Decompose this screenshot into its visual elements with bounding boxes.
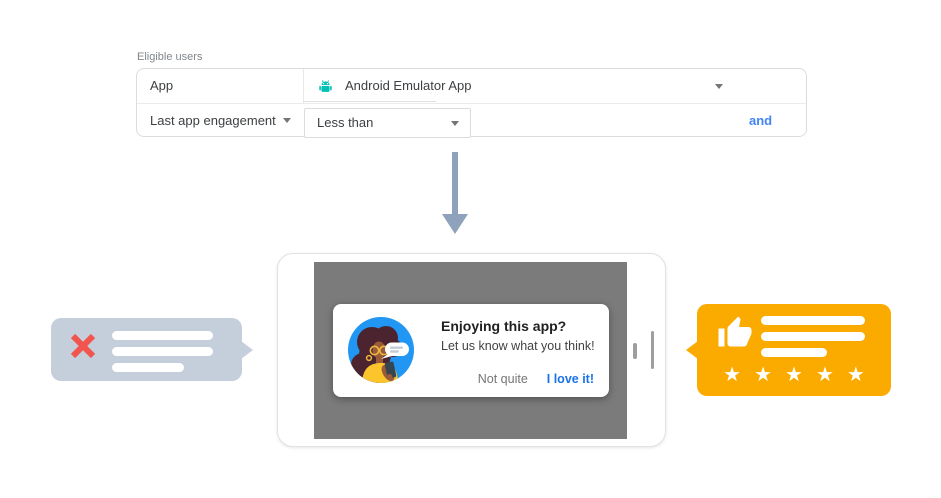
page: Eligible users App bbox=[0, 0, 941, 498]
flow-arrow bbox=[452, 152, 458, 215]
x-mark-icon bbox=[69, 332, 97, 365]
placeholder-line bbox=[112, 331, 213, 340]
app-field-label: App bbox=[150, 69, 173, 103]
not-quite-button[interactable]: Not quite bbox=[478, 372, 528, 386]
avatar bbox=[348, 317, 414, 383]
placeholder-line bbox=[112, 363, 184, 372]
caret-down-icon bbox=[283, 118, 291, 123]
placeholder-line bbox=[761, 316, 865, 325]
positive-feedback-bubble: ★★★★★ bbox=[697, 304, 891, 396]
in-app-message-dialog: Enjoying this app? Let us know what you … bbox=[333, 304, 609, 397]
caret-down-icon bbox=[715, 84, 723, 89]
flow-arrow-head-icon bbox=[442, 214, 468, 234]
condition-field-label: Last app engagement bbox=[150, 104, 276, 137]
app-name: Android Emulator App bbox=[345, 69, 471, 103]
audience-form: App Android Emulator App bbox=[136, 68, 807, 137]
dialog-subtitle: Let us know what you think! bbox=[441, 339, 595, 353]
placeholder-line bbox=[112, 347, 213, 356]
caret-down-icon bbox=[451, 121, 459, 126]
app-row: App Android Emulator App bbox=[137, 69, 806, 104]
bubble-tail bbox=[241, 341, 253, 359]
phone-speaker-icon bbox=[651, 331, 654, 369]
negative-feedback-bubble bbox=[51, 318, 242, 381]
phone-mockup: Enjoying this app? Let us know what you … bbox=[277, 253, 666, 447]
condition-field-dropdown[interactable]: Last app engagement bbox=[137, 104, 303, 137]
condition-row: Last app engagement Less than and bbox=[137, 104, 806, 137]
phone-camera-icon bbox=[633, 343, 637, 359]
placeholder-line bbox=[761, 332, 865, 341]
placeholder-line bbox=[761, 348, 827, 357]
dialog-actions: Not quite I love it! bbox=[478, 372, 594, 386]
eligible-users-label: Eligible users bbox=[137, 51, 202, 63]
operator-value: Less than bbox=[317, 109, 373, 137]
dialog-title: Enjoying this app? bbox=[441, 318, 566, 334]
rating-stars-icon: ★★★★★ bbox=[697, 362, 891, 388]
bubble-tail bbox=[686, 341, 698, 359]
app-select-dropdown[interactable]: Android Emulator App bbox=[304, 69, 774, 103]
thumb-up-icon bbox=[717, 315, 753, 356]
and-condition-link[interactable]: and bbox=[749, 104, 772, 137]
operator-dropdown[interactable]: Less than bbox=[304, 108, 471, 138]
android-icon bbox=[318, 79, 333, 99]
i-love-it-button[interactable]: I love it! bbox=[547, 372, 594, 386]
